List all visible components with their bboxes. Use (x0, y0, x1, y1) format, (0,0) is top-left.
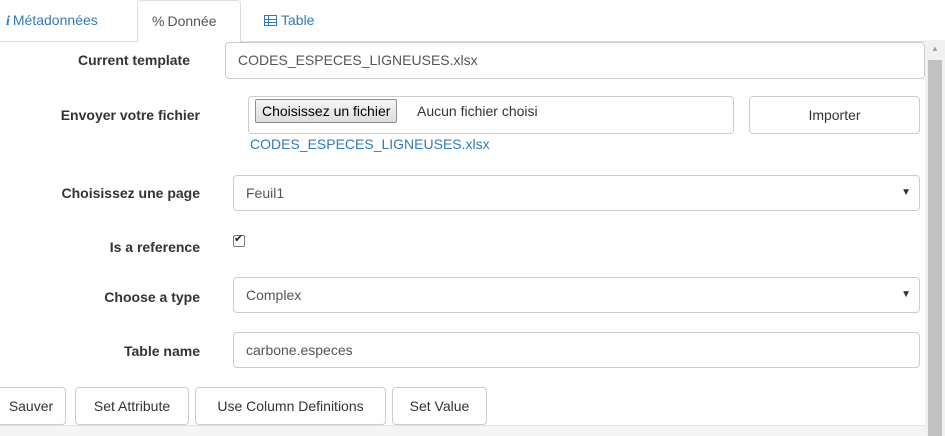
no-file-text: Aucun fichier choisi (417, 103, 538, 119)
type-select-value: Complex (246, 287, 302, 303)
page-label: Choisissez une page (61, 185, 200, 201)
choose-file-button[interactable]: Choisissez un fichier (255, 99, 398, 123)
set-value-button[interactable]: Set Value (392, 387, 487, 425)
use-column-definitions-button[interactable]: Use Column Definitions (195, 387, 386, 425)
table-name-input[interactable]: carbone.especes (233, 332, 920, 368)
chevron-down-icon: ▼ (901, 289, 911, 300)
page-select[interactable]: Feuil1 ▼ (233, 175, 920, 211)
current-template-input[interactable]: CODES_ESPECES_LIGNEUSES.xlsx (225, 42, 925, 79)
table-name-label: Table name (124, 343, 200, 359)
tab-bar: i Métadonnées % Donnée Table (0, 0, 925, 43)
info-icon: i (6, 14, 10, 29)
current-template-label: Current template (77, 52, 190, 68)
template-file-link[interactable]: CODES_ESPECES_LIGNEUSES.xlsx (250, 136, 490, 152)
scroll-up-icon[interactable]: ▲ (925, 40, 945, 57)
tab-table[interactable]: Table (264, 0, 314, 42)
page-select-value: Feuil1 (246, 185, 285, 201)
reference-checkbox[interactable] (233, 232, 245, 247)
file-input[interactable]: Choisissez un fichier Aucun fichier choi… (248, 96, 734, 134)
set-attribute-button[interactable]: Set Attribute (75, 387, 189, 425)
save-button[interactable]: Sauver (0, 387, 66, 425)
tab-label: Métadonnées (12, 12, 98, 28)
scroll-thumb[interactable] (928, 60, 942, 436)
tab-metadonnees[interactable]: i Métadonnées (0, 0, 98, 42)
panel-footer (0, 425, 925, 436)
reference-label: Is a reference (109, 239, 200, 255)
type-label: Choose a type (104, 289, 200, 305)
tab-donnee[interactable]: % Donnée (137, 0, 241, 43)
tab-label: Donnée (167, 13, 217, 29)
import-button[interactable]: Importer (749, 96, 920, 134)
vertical-scrollbar[interactable]: ▲ (925, 40, 945, 436)
upload-label: Envoyer votre fichier (60, 107, 200, 123)
table-icon (264, 15, 277, 26)
type-select[interactable]: Complex ▼ (233, 277, 920, 313)
tab-label: Table (281, 12, 315, 28)
link-icon: % (152, 13, 165, 29)
chevron-down-icon: ▼ (901, 187, 911, 198)
